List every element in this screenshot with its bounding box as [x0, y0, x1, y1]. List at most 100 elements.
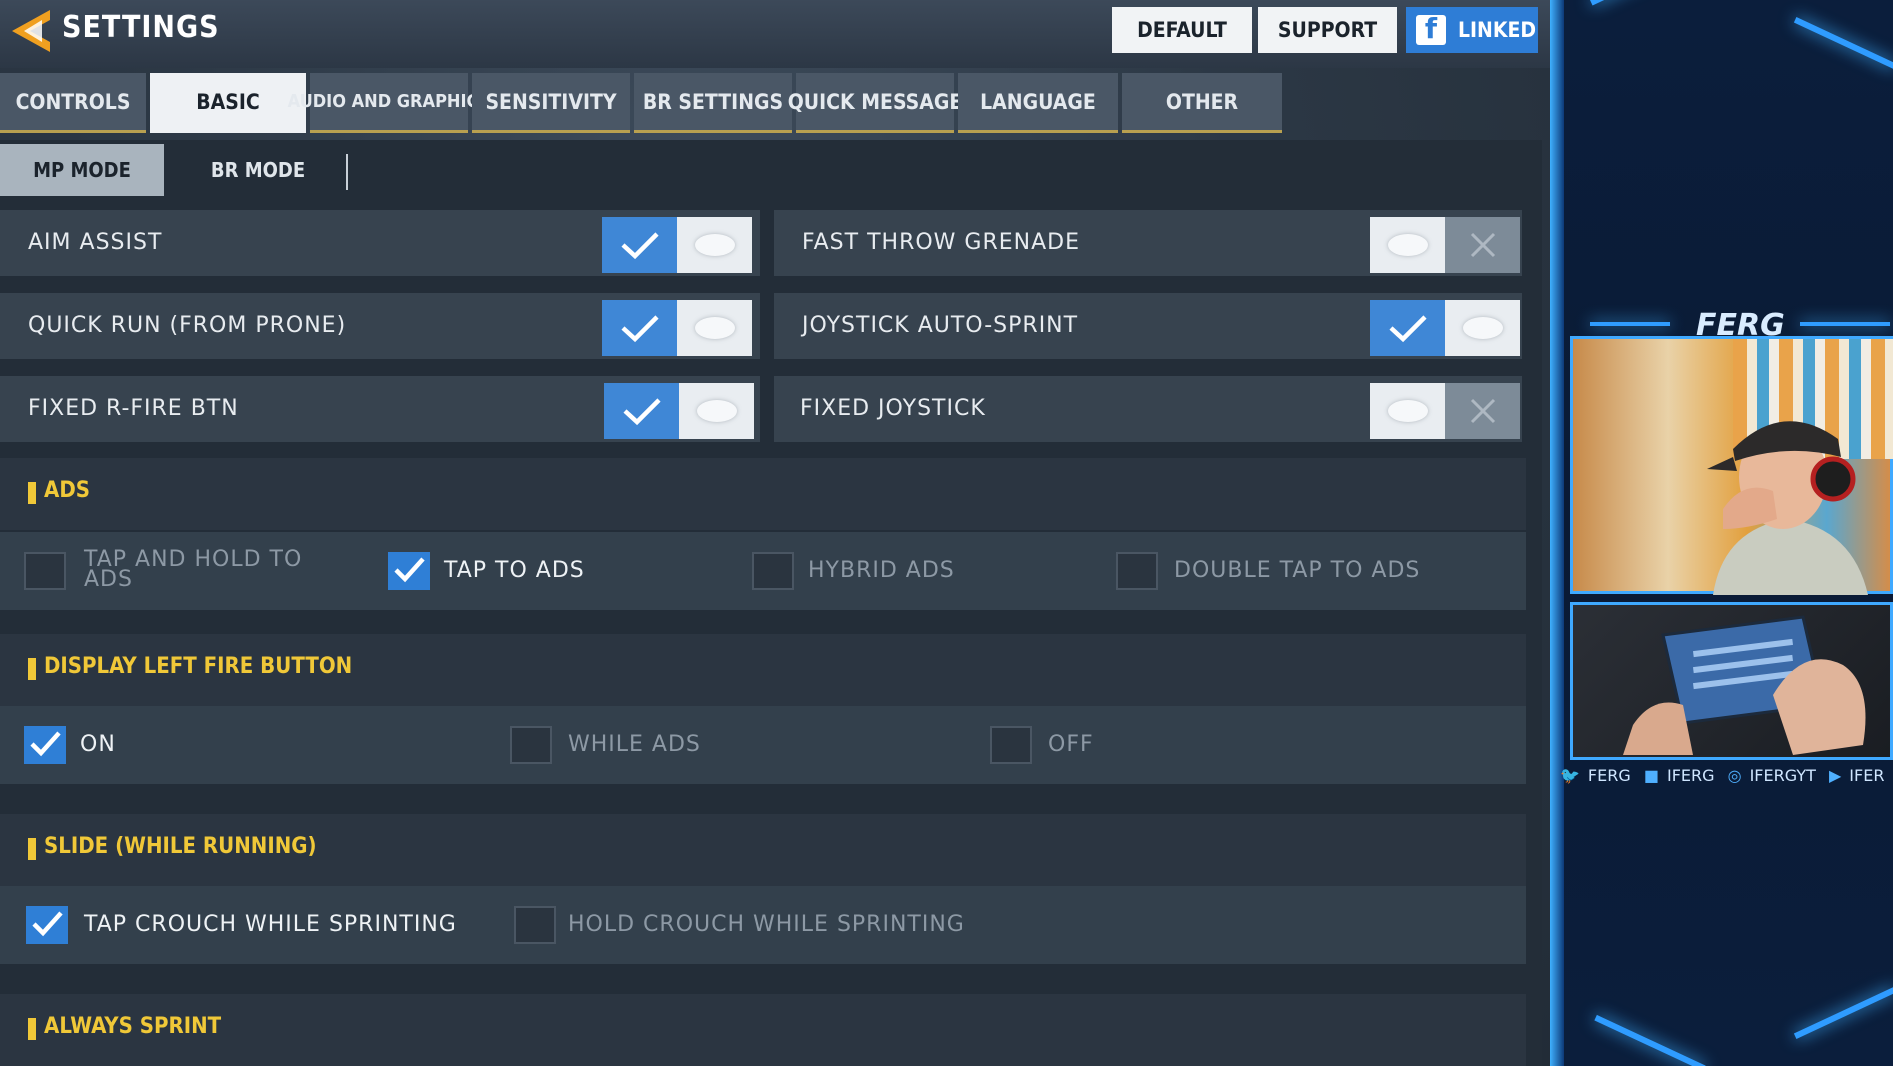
section-title: ALWAYS SPRINT [44, 1014, 222, 1039]
default-button[interactable]: DEFAULT [1112, 7, 1252, 53]
option-label: DOUBLE TAP TO ADS [1174, 558, 1421, 583]
left-fire-options-row: ON WHILE ADS OFF [0, 706, 1526, 784]
toggle-knob [1445, 300, 1520, 356]
setting-row-fixed-r-fire: FIXED R-FIRE BTN [0, 376, 760, 442]
settings-panel: MP MODE BR MODE AIM ASSIST QUICK RUN (FR… [0, 140, 1542, 1066]
toggle-knob [1370, 217, 1445, 273]
toggle-knob [1370, 383, 1445, 439]
setting-row-fast-throw-grenade: FAST THROW GRENADE [774, 210, 1522, 276]
linked-label: LINKED [1458, 18, 1537, 42]
facebook-icon: f [1416, 15, 1446, 45]
handle-text: IFER [1849, 766, 1885, 785]
fixed-joystick-toggle[interactable] [1370, 383, 1520, 439]
section-title: ADS [44, 478, 91, 503]
top-bar: SETTINGS DEFAULT SUPPORT f LINKED [0, 0, 1550, 68]
toggle-knob [677, 300, 752, 356]
checkmark-icon [1370, 300, 1445, 356]
setting-label: QUICK RUN (FROM PRONE) [28, 313, 347, 338]
decorative-glow [1590, 322, 1670, 326]
left-fire-on-checkbox[interactable] [24, 726, 66, 764]
toggle-knob [677, 217, 752, 273]
tab-br-mode[interactable]: BR MODE [170, 144, 346, 196]
section-title: SLIDE (WHILE RUNNING) [44, 834, 317, 859]
hold-crouch-while-sprinting-checkbox[interactable] [514, 906, 556, 944]
back-arrow-icon[interactable] [6, 6, 54, 56]
close-icon [1445, 383, 1520, 439]
tap-and-hold-to-ads-checkbox[interactable] [24, 552, 66, 590]
settings-tab-bar: CONTROLS BASIC AUDIO AND GRAPHICS SENSIT… [0, 73, 1548, 135]
tab-basic[interactable]: BASIC [150, 73, 306, 133]
overlay-glow-edge [1550, 0, 1564, 1066]
fast-throw-grenade-toggle[interactable] [1370, 217, 1520, 273]
section-marker [28, 1018, 36, 1040]
setting-row-joystick-auto-sprint: JOYSTICK AUTO-SPRINT [774, 293, 1522, 359]
left-fire-off-checkbox[interactable] [990, 726, 1032, 764]
tab-controls[interactable]: CONTROLS [0, 73, 146, 133]
handle-text: FERG [1587, 766, 1631, 785]
joystick-auto-sprint-toggle[interactable] [1370, 300, 1520, 356]
decorative-glow [1800, 322, 1890, 326]
checkmark-icon [602, 217, 677, 273]
phone-in-hands-image [1623, 615, 1866, 755]
handle-text: IFERGYT [1749, 766, 1816, 785]
setting-row-quick-run: QUICK RUN (FROM PRONE) [0, 293, 760, 359]
handle-text: IFERG [1666, 766, 1715, 785]
option-label: HOLD CROUCH WHILE SPRINTING [568, 912, 965, 937]
tap-crouch-while-sprinting-checkbox[interactable] [26, 906, 68, 944]
section-title: DISPLAY LEFT FIRE BUTTON [44, 654, 353, 679]
section-header-slide: SLIDE (WHILE RUNNING) [0, 814, 1526, 886]
tab-mp-mode[interactable]: MP MODE [0, 144, 164, 196]
checkmark-icon [30, 731, 61, 757]
setting-label: FIXED R-FIRE BTN [28, 396, 239, 421]
option-label: WHILE ADS [568, 732, 701, 757]
option-label: TAP TO ADS [444, 558, 585, 583]
checkmark-icon [32, 911, 63, 937]
ads-options-row: TAP AND HOLD TO ADS TAP TO ADS HYBRID AD… [0, 532, 1526, 610]
option-label: HYBRID ADS [808, 558, 955, 583]
tab-sensitivity[interactable]: SENSITIVITY [472, 73, 630, 133]
checkmark-icon [602, 300, 677, 356]
decorative-glow [1793, 17, 1893, 69]
tab-audio-and-graphics[interactable]: AUDIO AND GRAPHICS [288, 73, 490, 133]
close-icon [1445, 217, 1520, 273]
youtube-icon: ▶ [1828, 766, 1842, 785]
quick-run-toggle[interactable] [602, 300, 752, 356]
tab-other[interactable]: OTHER [1122, 73, 1282, 133]
setting-row-aim-assist: AIM ASSIST [0, 210, 760, 276]
desk-camera-feed [1570, 602, 1893, 760]
section-header-left-fire: DISPLAY LEFT FIRE BUTTON [0, 634, 1526, 706]
decorative-glow [1793, 987, 1893, 1039]
tap-to-ads-checkbox[interactable] [388, 552, 430, 590]
checkmark-icon [394, 557, 425, 583]
setting-label: FAST THROW GRENADE [802, 230, 1080, 255]
fixed-r-fire-toggle[interactable] [604, 383, 754, 439]
option-label: OFF [1048, 732, 1094, 757]
game-settings-screen: SETTINGS DEFAULT SUPPORT f LINKED CONTRO… [0, 0, 1550, 1066]
tab-language[interactable]: LANGUAGE [958, 73, 1118, 133]
linked-facebook-button[interactable]: f LINKED [1406, 7, 1538, 53]
hybrid-ads-checkbox[interactable] [752, 552, 794, 590]
double-tap-to-ads-checkbox[interactable] [1116, 552, 1158, 590]
toggle-knob [679, 383, 754, 439]
tab-br-settings[interactable]: BR SETTINGS [634, 73, 792, 133]
aim-assist-toggle[interactable] [602, 217, 752, 273]
option-label: TAP AND HOLD TO ADS [84, 547, 303, 592]
checkmark-icon [604, 383, 679, 439]
page-title: SETTINGS [62, 10, 220, 45]
decorative-glow [1590, 0, 1702, 6]
section-header-always-sprint: ALWAYS SPRINT [0, 994, 1526, 1066]
mode-tabs: MP MODE BR MODE [0, 140, 360, 198]
tab-quick-message[interactable]: QUICK MESSAGE [788, 73, 962, 133]
section-marker [28, 658, 36, 680]
setting-label: FIXED JOYSTICK [800, 396, 986, 421]
setting-label: JOYSTICK AUTO-SPRINT [802, 313, 1079, 338]
decorative-glow [1594, 1014, 1706, 1066]
section-marker [28, 482, 36, 504]
divider [346, 154, 348, 190]
support-button[interactable]: SUPPORT [1258, 7, 1397, 53]
left-fire-while-ads-checkbox[interactable] [510, 726, 552, 764]
option-label: TAP CROUCH WHILE SPRINTING [84, 912, 457, 937]
slide-options-row: TAP CROUCH WHILE SPRINTING HOLD CROUCH W… [0, 886, 1526, 964]
section-header-ads: ADS [0, 458, 1526, 530]
facebook-icon: ■ [1643, 766, 1659, 785]
